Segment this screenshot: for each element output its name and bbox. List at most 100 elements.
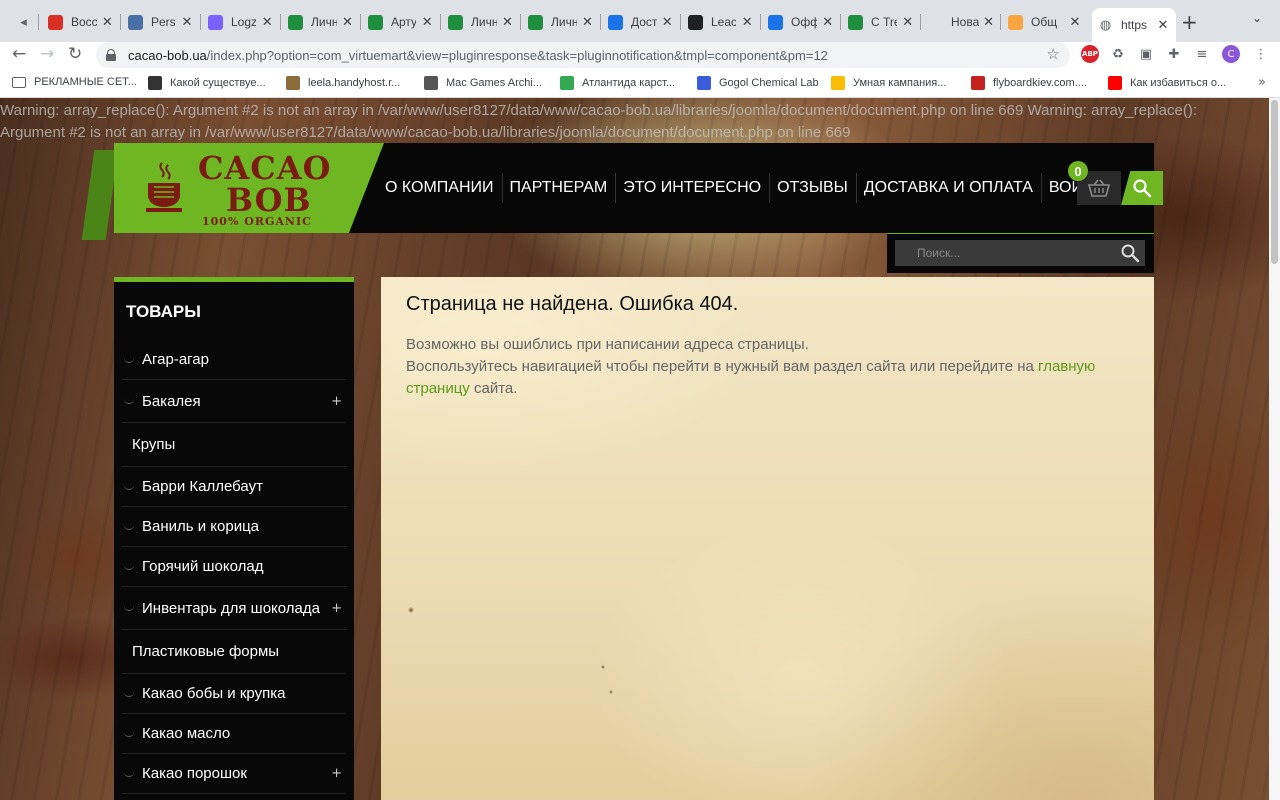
back-icon[interactable]: ← [12,44,26,64]
media-control-icon[interactable]: ≡ [1193,45,1211,63]
tab-title: Личн [551,15,577,29]
sidebar-category-item[interactable]: Горячий шоколад [122,547,346,587]
bookmark-item[interactable]: Как избавиться о... [1108,76,1226,90]
sidebar-category-item[interactable]: Инвентарь для шоколада + [122,587,346,630]
browser-tab[interactable]: ◂ [10,8,39,36]
sidebar-category-item[interactable]: Агар-агар [122,340,346,380]
browser-menu-icon[interactable]: ⋮ [1252,45,1270,63]
joomla-icon [1008,14,1023,30]
lock-icon[interactable] [106,49,116,61]
expand-plus-icon[interactable]: + [331,766,342,781]
bookmark-item[interactable]: leela.handyhost.r... [286,76,400,90]
browser-tab[interactable]: С Tre ✕ [842,8,921,36]
site-logo[interactable]: CACAO BOB 100% ORGANIC [114,143,384,233]
site-search-input[interactable] [895,240,1145,266]
menu-item-delivery[interactable]: ДОСТАВКА И ОПЛАТА [855,173,1041,203]
tab-close-icon[interactable]: ✕ [1156,18,1170,33]
bullet-icon [124,691,134,697]
recycle-icon[interactable]: ♻ [1109,45,1127,63]
tab-close-icon[interactable]: ✕ [983,15,994,30]
sidebar-category-item[interactable]: Барри Каллебаут [122,467,346,507]
site-search-submit-icon[interactable] [1120,243,1140,263]
search-toggle-button[interactable] [1121,171,1163,205]
puzzle-icon[interactable]: ✚ [1165,45,1183,63]
sidebar-category-item[interactable]: Бакалея + [122,380,346,423]
reload-icon[interactable]: ↻ [68,44,82,64]
menu-item-reviews[interactable]: ОТЗЫВЫ [769,173,856,203]
menu-item-about[interactable]: О КОМПАНИИ [377,173,502,203]
bookmark-favicon [831,76,845,90]
address-bar[interactable]: cacao-bob.ua/index.php?option=com_virtue… [96,42,1070,68]
bookmark-label: Умная кампания... [853,77,947,89]
browser-tab[interactable]: ◍ https ✕ [1092,8,1176,42]
bookmarks-more-icon[interactable]: » [1258,75,1266,90]
tab-close-icon[interactable]: ✕ [901,15,914,30]
tab-search-icon[interactable]: ⌄ [1252,11,1262,25]
bookmark-item[interactable]: Mac Games Archi... [424,76,542,90]
sidebar-category-item[interactable]: Какао масло [122,714,346,754]
tab-close-icon[interactable]: ✕ [821,15,834,30]
browser-tab[interactable]: Дост ✕ [602,8,681,36]
browser-tab[interactable]: Pers ✕ [122,8,201,36]
browser-tab[interactable]: Личн ✕ [442,8,521,36]
menu-item-partners[interactable]: ПАРТНЕРАМ [501,173,616,203]
sidebar-category-item[interactable]: Ваниль и корица [122,507,346,547]
sidebar-category-item[interactable]: Пластиковые формы [122,630,346,674]
folder-icon [128,14,143,30]
url-text[interactable]: cacao-bob.ua/index.php?option=com_virtue… [128,48,828,63]
new-tab-button[interactable]: + [1181,10,1198,34]
tab-close-icon[interactable]: ✕ [661,15,675,30]
tab-close-icon[interactable]: ✕ [1068,15,1082,30]
sidebar-category-item[interactable]: Какао порошок + [122,754,346,794]
forward-icon[interactable]: → [40,44,54,64]
bookmark-item[interactable]: РЕКЛАМНЫЕ СЕТ... [12,76,137,88]
bookmark-item[interactable]: Gogol Chemical Lab [697,76,819,90]
browser-tab[interactable]: Офф ✕ [762,8,841,36]
browser-tab[interactable]: Арту ✕ [362,8,441,36]
tab-strip: + ⌄ ◂ Восс ✕ Pers ✕ Logz ✕ Личн ✕ Арту ✕ Личн ✕ Личн ✕… [0,0,1280,42]
menu-item-interesting[interactable]: ЭТО ИНТЕРЕСНО [615,173,769,203]
tab-close-icon[interactable]: ✕ [260,15,274,30]
adblock-icon[interactable]: ABP [1081,45,1099,63]
profile-avatar[interactable]: C [1222,45,1240,63]
bookmark-star-icon[interactable]: ☆ [1047,45,1060,63]
browser-tab[interactable]: Leac ✕ [682,8,761,36]
browser-tab[interactable]: Личн ✕ [522,8,601,36]
tab-close-icon[interactable]: ✕ [581,15,594,30]
sidebar-category-item[interactable]: Крупы [122,423,346,467]
browser-tab[interactable]: Общ ✕ [1002,8,1088,36]
tab-close-icon[interactable]: ✕ [501,15,514,30]
expand-plus-icon[interactable]: + [331,601,342,616]
error-text-line1: Возможно вы ошиблись при написании адрес… [406,336,809,353]
tab-close-icon[interactable]: ✕ [180,15,194,30]
category-label: Крупы [132,436,176,453]
expand-plus-icon[interactable]: + [331,394,342,409]
bookmark-label: Атлантида карст... [582,77,676,89]
tab-title: Pers [151,15,176,29]
globe-icon: ◍ [1099,17,1112,33]
browser-tab[interactable]: Новая вк✕ [922,8,1001,36]
bookmark-item[interactable]: Умная кампания... [831,76,946,90]
sidebar-category-item[interactable]: Какао бобы и крупка [122,674,346,714]
browser-tab[interactable]: Личн ✕ [282,8,361,36]
category-label: Ваниль и корица [142,518,260,535]
tab-title: Дост [631,15,657,29]
scrollbar-thumb[interactable] [1271,100,1278,264]
tab-close-icon[interactable]: ✕ [420,15,434,30]
bookmark-item[interactable]: Какой существуе... [148,76,266,90]
bookmark-label: Какой существуе... [170,77,266,89]
tab-close-icon[interactable]: ✕ [101,15,114,30]
tab-close-icon[interactable]: ✕ [740,15,754,30]
tab-close-icon[interactable]: ✕ [341,15,354,30]
sidebar-title: ТОВАРЫ [126,302,201,321]
bookmark-item[interactable]: flyboardkiev.com.... [971,76,1087,90]
extension-icon-gray[interactable]: ▣ [1137,45,1155,63]
bullet-icon [124,771,134,777]
category-label: Горячий шоколад [142,558,264,575]
bookmark-favicon [971,76,985,90]
error-text-line2: Воспользуйтесь навигацией чтобы перейти … [406,356,1106,400]
browser-tab[interactable]: Logz ✕ [202,8,281,36]
bookmark-item[interactable]: Атлантида карст... [560,76,675,90]
bookmark-favicon [560,76,574,90]
browser-tab[interactable]: Восс ✕ [42,8,121,36]
